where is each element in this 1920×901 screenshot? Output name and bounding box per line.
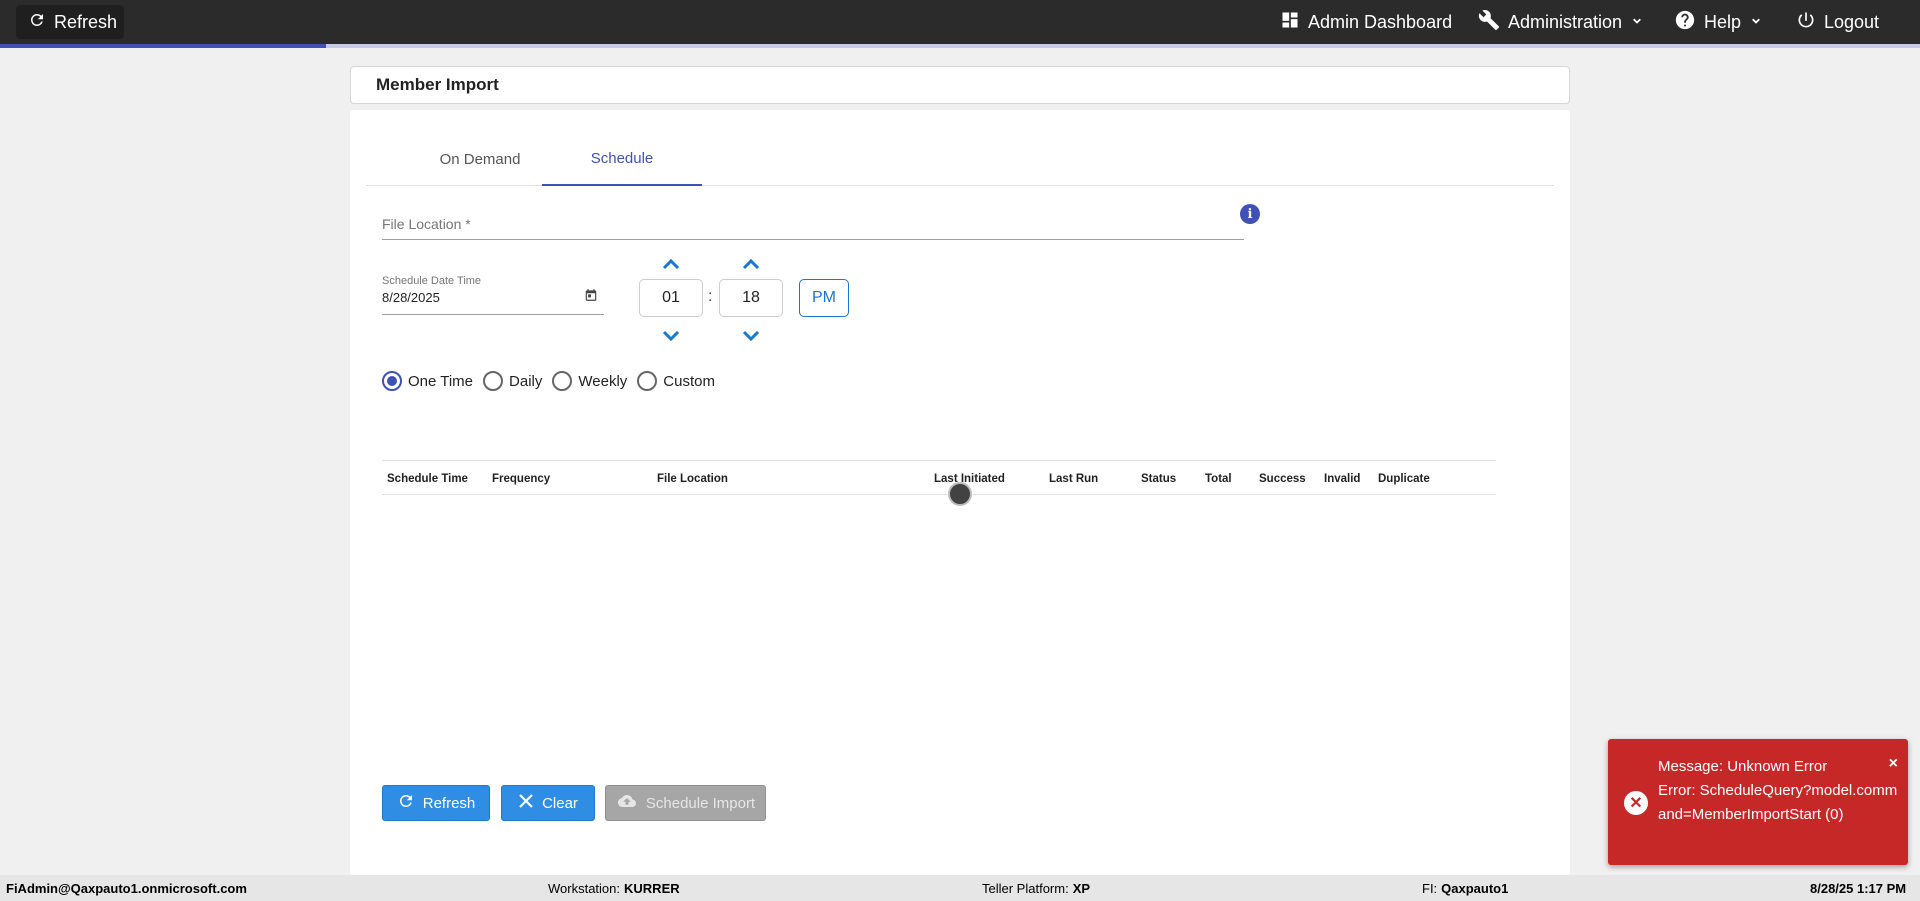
column-header-invalid[interactable]: Invalid <box>1324 461 1360 496</box>
status-workstation: Workstation: KURRER <box>548 875 680 901</box>
tab-bar: On Demand Schedule <box>366 132 1554 186</box>
top-navigation-bar: Refresh Admin Dashboard Administration H… <box>0 0 1920 44</box>
tab-schedule[interactable]: Schedule <box>542 132 702 186</box>
status-platform: Teller Platform: XP <box>982 875 1090 901</box>
column-header-file-location[interactable]: File Location <box>657 461 728 496</box>
hour-input[interactable]: 01 <box>639 279 703 317</box>
status-bar: FiAdmin@Qaxpauto1.onmicrosoft.com Workst… <box>0 875 1920 901</box>
error-icon: ✕ <box>1624 791 1648 815</box>
minute-down-chevron-icon[interactable] <box>741 328 761 344</box>
column-header-status[interactable]: Status <box>1141 461 1176 496</box>
schedule-date-value: 8/28/2025 <box>382 290 440 305</box>
cloud-upload-icon <box>616 792 638 814</box>
column-header-total[interactable]: Total <box>1205 461 1232 496</box>
schedule-import-button[interactable]: Schedule Import <box>605 785 766 821</box>
am-pm-toggle-button[interactable]: PM <box>799 279 849 317</box>
help-circle-icon <box>1674 9 1696 36</box>
schedule-date-field[interactable]: Schedule Date Time 8/28/2025 <box>382 273 604 315</box>
topbar-refresh-button[interactable]: Refresh <box>16 5 124 39</box>
radio-custom[interactable]: Custom <box>637 371 715 391</box>
error-toast: ✕ × Message: Unknown Error Error: Schedu… <box>1608 739 1908 865</box>
schedule-table-header: Schedule Time Frequency File Location La… <box>382 460 1496 495</box>
radio-weekly[interactable]: Weekly <box>552 371 627 391</box>
dashboard-icon <box>1280 10 1300 35</box>
main-card: On Demand Schedule File Location * i Sch… <box>350 110 1570 876</box>
column-header-frequency[interactable]: Frequency <box>492 461 550 496</box>
status-workstation-label: Workstation: <box>548 880 621 896</box>
administration-label: Administration <box>1508 11 1623 32</box>
toast-error-line: Error: ScheduleQuery?model.command=Membe… <box>1658 782 1898 823</box>
loading-progress-bar <box>0 44 1920 48</box>
chevron-down-icon <box>1630 12 1644 33</box>
page-header-card: Member Import <box>350 66 1570 104</box>
refresh-button[interactable]: Refresh <box>382 785 490 821</box>
schedule-date-label: Schedule Date Time <box>382 275 482 287</box>
logout-button[interactable]: Logout <box>1796 0 1879 44</box>
hour-up-chevron-icon[interactable] <box>661 256 681 272</box>
status-fi-value: Qaxpauto1 <box>1441 880 1509 896</box>
column-header-schedule-time[interactable]: Schedule Time <box>387 461 468 496</box>
admin-dashboard-label: Admin Dashboard <box>1308 11 1453 32</box>
status-fi: FI: Qaxpauto1 <box>1422 875 1508 901</box>
status-platform-value: XP <box>1072 880 1091 896</box>
radio-label: Daily <box>509 372 543 390</box>
radio-button-icon <box>382 371 402 391</box>
radio-label: Weekly <box>578 372 628 390</box>
help-menu[interactable]: Help <box>1674 0 1763 44</box>
file-location-label: File Location * <box>382 216 471 232</box>
page-title: Member Import <box>376 75 499 94</box>
logout-label: Logout <box>1824 11 1880 32</box>
status-workstation-value: KURRER <box>624 880 680 896</box>
chevron-down-icon <box>1749 12 1763 33</box>
refresh-icon <box>28 11 46 34</box>
radio-label: One Time <box>408 372 474 390</box>
schedule-import-button-label: Schedule Import <box>645 794 756 812</box>
hour-down-chevron-icon[interactable] <box>661 328 681 344</box>
time-separator: : <box>708 288 713 305</box>
topbar-refresh-label: Refresh <box>54 11 118 32</box>
loading-progress-fill <box>0 44 327 48</box>
info-icon[interactable]: i <box>1240 204 1260 224</box>
status-fi-label: FI: <box>1422 880 1438 896</box>
column-header-success[interactable]: Success <box>1259 461 1306 496</box>
minute-up-chevron-icon[interactable] <box>741 256 761 272</box>
tab-label: Schedule <box>590 149 654 167</box>
radio-button-icon <box>483 371 504 391</box>
minute-input[interactable]: 18 <box>719 279 783 317</box>
radio-button-icon <box>552 371 573 391</box>
column-header-last-run[interactable]: Last Run <box>1049 461 1098 496</box>
wrench-icon <box>1478 9 1500 36</box>
radio-one-time[interactable]: One Time <box>382 371 473 391</box>
loading-spinner <box>948 482 972 506</box>
radio-label: Custom <box>663 372 715 390</box>
toast-message-line: Message: Unknown Error <box>1658 758 1828 775</box>
calendar-icon[interactable] <box>584 288 598 307</box>
file-location-field[interactable]: File Location * <box>382 198 1244 240</box>
tab-label: On Demand <box>439 150 521 168</box>
radio-daily[interactable]: Daily <box>483 371 542 391</box>
clear-button-label: Clear <box>542 794 578 812</box>
close-icon <box>518 793 534 813</box>
administration-menu[interactable]: Administration <box>1478 0 1644 44</box>
refresh-button-label: Refresh <box>422 794 476 812</box>
status-platform-label: Teller Platform: <box>982 880 1069 896</box>
frequency-radio-group: One Time Daily Weekly Custom <box>382 370 725 392</box>
status-user: FiAdmin@Qaxpauto1.onmicrosoft.com <box>6 880 247 896</box>
help-label: Help <box>1704 11 1742 32</box>
power-icon <box>1796 10 1816 35</box>
refresh-icon <box>397 792 415 814</box>
toast-message: Message: Unknown Error Error: ScheduleQu… <box>1658 755 1898 827</box>
status-datetime: 8/28/25 1:17 PM <box>1810 880 1907 896</box>
column-header-duplicate[interactable]: Duplicate <box>1378 461 1430 496</box>
radio-button-icon <box>637 371 658 391</box>
tab-on-demand[interactable]: On Demand <box>400 132 560 186</box>
clear-button[interactable]: Clear <box>501 785 595 821</box>
admin-dashboard-link[interactable]: Admin Dashboard <box>1280 0 1452 44</box>
